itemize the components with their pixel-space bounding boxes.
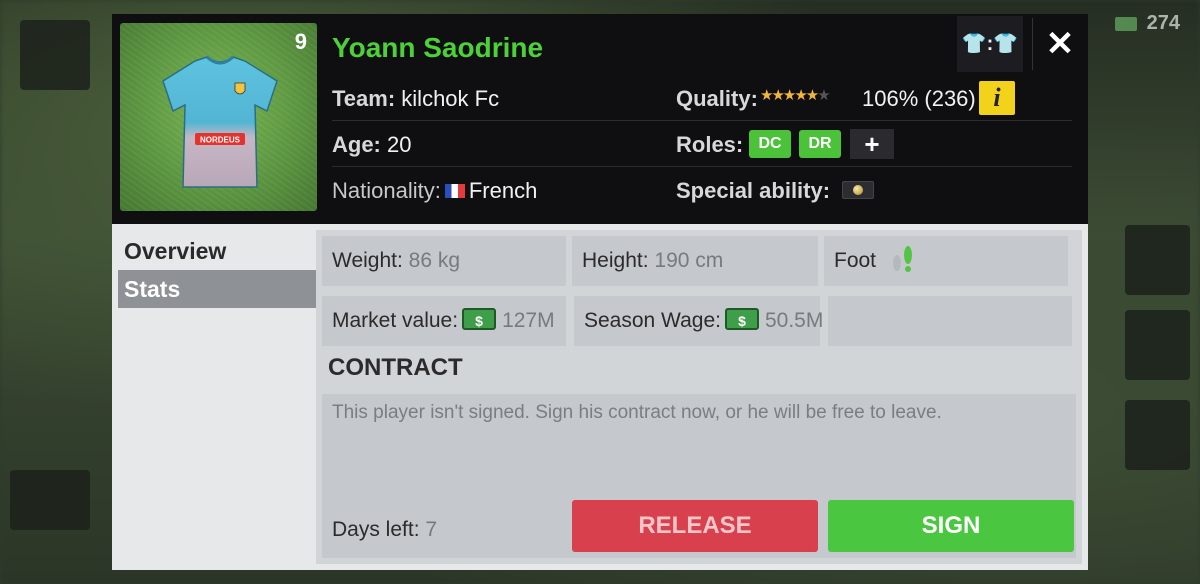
roles-label: Roles:: [676, 132, 744, 157]
player-header: 9 NORDEUS Yoann Saodrine 👕:👕 ✕ Team: kil…: [112, 14, 1088, 224]
team-value: kilchok Fc: [401, 86, 500, 111]
quality-stars-icon: ★★★★★★: [760, 87, 831, 104]
height-label: Height:: [582, 249, 649, 272]
divider: [1032, 18, 1033, 70]
money-icon: $: [724, 308, 759, 331]
role-badge[interactable]: DR: [799, 130, 841, 158]
team-label: Team:: [332, 86, 396, 111]
age-row: Age: 20: [332, 132, 412, 158]
player-details: Overview Stats Weight: 86 kg Height: 190…: [112, 224, 1088, 570]
days-left: Days left: 7: [332, 518, 437, 542]
divider: [332, 166, 1072, 167]
market-value-cell: Market value: $127M: [322, 296, 566, 346]
coins-counter: 274: [1114, 12, 1180, 35]
add-role-button[interactable]: +: [850, 129, 894, 159]
quality-label: Quality:: [676, 86, 758, 111]
divider: [332, 120, 1072, 121]
footprint-icon: [892, 246, 912, 273]
france-flag-icon: [444, 183, 465, 198]
nationality-label: Nationality:: [332, 178, 441, 203]
contract-message: This player isn't signed. Sign his contr…: [332, 402, 942, 423]
close-icon[interactable]: ✕: [1040, 24, 1080, 64]
foot-cell: Foot: [824, 236, 1068, 286]
special-ability-label: Special ability:: [676, 178, 831, 203]
empty-cell: [828, 296, 1072, 346]
player-dialog: 9 NORDEUS Yoann Saodrine 👕:👕 ✕ Team: kil…: [112, 14, 1088, 570]
season-wage-value: 50.5M: [764, 309, 824, 332]
contract-box: This player isn't signed. Sign his contr…: [322, 394, 1076, 558]
tab-overview[interactable]: Overview: [118, 232, 316, 270]
height-cell: Height: 190 cm: [572, 236, 818, 286]
special-ability-icon[interactable]: [842, 181, 874, 199]
nationality-row: Nationality: French: [332, 178, 537, 204]
kit-compare-button[interactable]: 👕:👕: [957, 16, 1023, 72]
contract-title: CONTRACT: [328, 354, 463, 381]
sign-button[interactable]: SIGN: [828, 500, 1074, 552]
jersey-icon: NORDEUS: [162, 55, 278, 188]
market-value: 127M: [502, 309, 555, 332]
nationality-value: French: [468, 178, 538, 203]
season-wage-label: Season Wage:: [584, 309, 721, 332]
shirt-number: 9: [294, 29, 307, 54]
weight-label: Weight:: [332, 249, 403, 272]
money-icon: $: [462, 308, 497, 331]
days-left-value: 7: [425, 518, 438, 541]
quality-value: 106% (236): [862, 86, 976, 111]
background-tile: [1125, 400, 1190, 470]
release-button[interactable]: RELEASE: [572, 500, 818, 552]
days-left-label: Days left:: [332, 518, 420, 541]
age-value: 20: [387, 132, 412, 157]
tab-stats[interactable]: Stats: [118, 270, 316, 308]
age-label: Age:: [332, 132, 381, 157]
team-row: Team: kilchok Fc: [332, 86, 499, 112]
role-badge[interactable]: DC: [749, 130, 791, 158]
foot-label: Foot: [834, 249, 877, 272]
background-tile: [10, 470, 90, 530]
background-tile: [20, 20, 90, 90]
season-wage-cell: Season Wage: $50.5M: [574, 296, 824, 346]
player-card: 9 NORDEUS: [120, 23, 317, 211]
coins-value: 274: [1146, 12, 1180, 34]
shirt-sponsor: NORDEUS: [200, 136, 241, 145]
background-tile: [1125, 225, 1190, 295]
cash-icon: [1114, 16, 1137, 31]
height-value: 190 cm: [654, 249, 724, 272]
overview-panel: Weight: 86 kg Height: 190 cm Foot Market…: [316, 230, 1082, 564]
weight-value: 86 kg: [408, 249, 461, 272]
info-button[interactable]: i: [979, 81, 1015, 115]
weight-cell: Weight: 86 kg: [322, 236, 566, 286]
market-value-label: Market value:: [332, 309, 459, 332]
background-tile: [1125, 310, 1190, 380]
player-name: Yoann Saodrine: [332, 32, 544, 63]
